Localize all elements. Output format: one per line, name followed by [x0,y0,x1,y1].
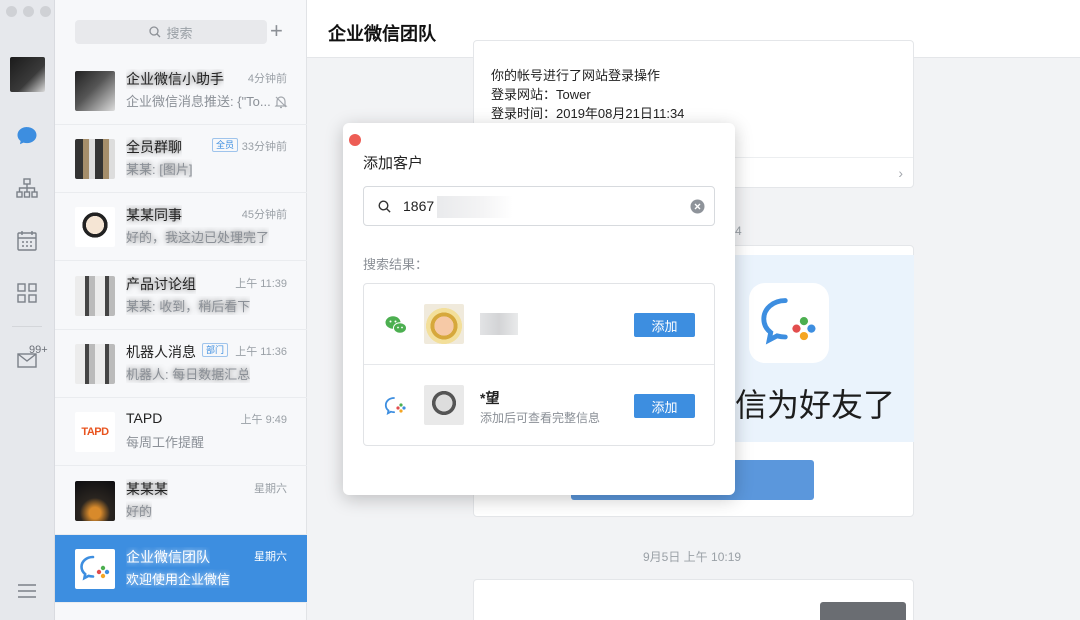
message-card[interactable] [473,579,914,620]
results-label: 搜索结果： [363,257,429,272]
window-close-dot[interactable] [6,6,17,17]
chat-name: 全员群聊 [126,139,182,155]
chat-time: 上午 11:39 [235,278,287,290]
chat-list-item[interactable]: TAPD TAPD 上午 9:49 每周工作提醒 [55,398,307,466]
chat-list-item[interactable]: 全员群聊 全员 33分钟前 某某: [图片] [55,125,307,193]
chat-time: 4分钟前 [247,73,287,85]
search-placeholder: 搜索 [166,25,193,41]
chat-name: TAPD [126,410,163,426]
chat-preview: 每周工作提醒 [126,435,205,450]
result-name: *望 [480,390,500,406]
message-timestamp: 9月5日 上午 10:19 [643,550,742,564]
window-minimize-dot[interactable] [23,6,34,17]
wework-logo-icon [749,283,829,363]
login-notice-line: 你的帐号进行了网站登录操作 [491,68,661,83]
wechat-icon [385,316,407,334]
add-button[interactable]: + [270,19,283,43]
chat-name: 某某某 [126,481,168,497]
user-avatar[interactable] [10,57,45,92]
chat-time: 45分钟前 [241,209,287,221]
chat-time: 星期六 [254,483,287,495]
workbench-icon[interactable] [14,280,40,306]
card-image [820,602,906,620]
chat-time: 上午 9:49 [240,414,287,426]
chat-name: 某某同事 [126,207,182,223]
chat-avatar [75,344,115,384]
add-customer-dialog: 添加客户 1867 搜索结果： 添加 *望 添加后可查看完整信息 添加 [343,123,735,495]
clear-input-icon[interactable] [690,199,705,214]
calendar-icon[interactable] [14,228,40,254]
result-row: *望 添加后可查看完整信息 添加 [364,364,714,444]
chat-preview: 欢迎使用企业微信 [126,572,231,587]
all-staff-tag: 全员 [212,138,239,152]
chat-preview: 某某: 收到，稍后看下 [126,299,251,314]
mute-icon [274,96,288,109]
rail-divider [12,326,42,327]
result-name-redacted [480,313,518,335]
banner-headline: 信为好友了 [735,387,896,423]
search-icon [378,200,391,213]
chat-list-item[interactable]: 产品讨论组 上午 11:39 某某: 收到，稍后看下 [55,262,307,330]
chat-time: 上午 11:36 [235,346,287,358]
chat-list-item[interactable]: 某某某 星期六 好的 [55,467,307,535]
wework-icon [384,397,406,416]
menu-icon[interactable] [14,578,40,604]
chevron-right-icon: › [898,165,903,181]
message-timestamp: 4 [735,224,742,238]
result-row: 添加 [364,284,714,364]
chat-name: 企业微信团队 [126,549,210,565]
wework-team-avatar [75,549,115,589]
chat-list-item[interactable]: 某某同事 45分钟前 好的，我这边已处理完了 [55,193,307,261]
dialog-close-button[interactable] [349,134,361,146]
chat-avatar [75,207,115,247]
result-subtitle: 添加后可查看完整信息 [480,411,601,425]
chat-time: 33分钟前 [241,141,287,153]
add-button[interactable]: 添加 [634,394,695,418]
contacts-org-icon[interactable] [14,175,40,201]
conversation-title: 企业微信团队 [328,24,436,44]
chat-list-item-selected[interactable]: 企业微信团队 星期六 欢迎使用企业微信 [55,535,307,603]
window-zoom-dot[interactable] [40,6,51,17]
chat-name: 企业微信小助手 [126,71,224,87]
chat-list-item[interactable]: 机器人消息 部门 上午 11:36 机器人: 每日数据汇总 [55,330,307,398]
chat-avatar [75,71,115,111]
customer-search-input[interactable]: 1867 [363,186,715,226]
search-results: 添加 *望 添加后可查看完整信息 添加 [363,283,715,446]
chat-time: 星期六 [254,551,287,563]
add-button[interactable]: 添加 [634,313,695,337]
chat-name: 产品讨论组 [126,276,196,292]
search-value: 1867 [403,198,435,214]
app-rail: 99+ [0,0,55,620]
tapd-logo: TAPD [75,412,115,452]
chat-name: 机器人消息 [126,344,196,360]
mail-badge: 99+ [29,344,48,356]
chat-preview: 好的 [126,504,153,519]
chat-list: 搜索 + 企业微信小助手 4分钟前 企业微信消息推送: {"To... 全员群聊… [55,0,307,620]
chat-search-input[interactable]: 搜索 [75,20,267,44]
messages-icon[interactable] [14,123,40,149]
redacted-digits [437,196,513,218]
chat-preview: 某某: [图片] [126,162,193,177]
chat-list-item[interactable]: 企业微信小助手 4分钟前 企业微信消息推送: {"To... [55,57,307,125]
search-icon [149,26,161,38]
chat-preview: 机器人: 每日数据汇总 [126,367,251,382]
login-site-line: 登录网站：Tower [491,87,591,102]
chat-preview: 企业微信消息推送: {"To... [126,94,271,109]
chat-preview: 好的，我这边已处理完了 [126,230,270,245]
chat-avatar [75,276,115,316]
chat-avatar [75,481,115,521]
result-avatar [424,385,464,425]
dialog-title: 添加客户 [363,155,424,172]
result-avatar [424,304,464,344]
chat-avatar [75,139,115,179]
login-time-line: 登录时间：2019年08月21日11:34 [491,106,685,121]
department-tag: 部门 [202,343,229,357]
